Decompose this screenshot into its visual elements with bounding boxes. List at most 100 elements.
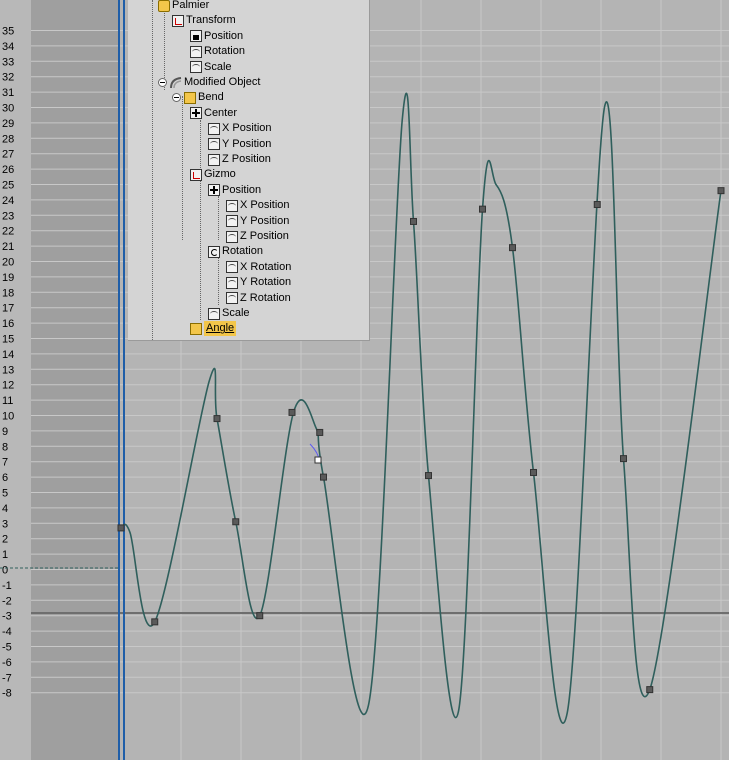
tree-item-label: Center [204, 106, 238, 119]
tree-item-scale[interactable]: Scale [190, 60, 232, 75]
y-tick-label: 34 [2, 41, 14, 53]
y-tick-label: 19 [2, 272, 14, 284]
tree-item-position[interactable]: Position [190, 29, 243, 44]
controller-hierarchy-tree[interactable]: Palmier Transform Position Rotation Scale Mod… [128, 0, 370, 341]
tree-item-transform[interactable]: Transform [172, 13, 236, 28]
y-tick-label: 18 [2, 287, 14, 299]
tree-item-rotation[interactable]: Rotation [208, 244, 263, 259]
tree-item-palmier[interactable]: Palmier [158, 0, 209, 13]
tree-item-label: Scale [222, 307, 250, 319]
y-tick-label: 20 [2, 257, 14, 269]
gizmo-icon [190, 168, 202, 181]
curve-icon [226, 261, 238, 274]
curve-icon [208, 138, 220, 151]
curve-icon [208, 122, 220, 135]
tree-item-label: X Rotation [240, 260, 292, 273]
tree-item-z-position[interactable]: Z Position [208, 152, 271, 167]
collapse-icon[interactable] [158, 78, 167, 87]
y-tick-label: 1 [2, 549, 8, 561]
y-tick-label: -7 [2, 672, 12, 684]
y-tick-label: 33 [2, 56, 14, 68]
move-icon [190, 107, 202, 120]
curve-key[interactable] [320, 473, 327, 481]
tree-item-z-rotation[interactable]: Z Rotation [226, 291, 291, 306]
tree-item-center[interactable]: Center [190, 106, 237, 121]
y-tick-label: 7 [2, 457, 8, 469]
y-tick-label: 32 [2, 72, 14, 84]
tree-item-scale[interactable]: Scale [208, 306, 250, 321]
tree-item-rotation[interactable]: Rotation [190, 44, 245, 59]
curve-icon [190, 61, 202, 74]
tree-item-x-position[interactable]: X Position [208, 121, 272, 136]
tree-item-gizmo[interactable]: Gizmo [190, 167, 236, 182]
y-tick-label: -6 [2, 657, 12, 669]
curve-key[interactable] [117, 524, 125, 532]
collapse-icon[interactable] [172, 93, 181, 103]
curve-key[interactable] [646, 686, 654, 694]
bend-icon [184, 91, 196, 104]
y-tick-label: 31 [2, 87, 14, 99]
transform-icon [172, 14, 184, 27]
curve-icon [208, 307, 220, 320]
y-tick-label: 9 [2, 426, 8, 438]
tree-item-label: Y Position [240, 214, 290, 227]
curve-key[interactable] [620, 455, 627, 463]
y-tick-label: 26 [2, 164, 14, 176]
tree-item-label: Z Position [222, 153, 271, 165]
curve-key[interactable] [256, 612, 264, 620]
y-tick-label: 0 [2, 565, 8, 577]
curve-key[interactable] [151, 618, 159, 626]
curve-key[interactable] [425, 472, 432, 480]
y-tick-label: -1 [2, 580, 12, 592]
tree-item-label: Palmier [172, 0, 210, 11]
tree-item-label: Z Position [240, 230, 289, 242]
y-tick-label: -3 [2, 611, 12, 623]
tree-item-label: Scale [204, 60, 232, 73]
tree-item-modified-object[interactable]: Modified Object [158, 75, 260, 90]
curve-key[interactable] [288, 408, 296, 416]
curve-key[interactable] [410, 217, 417, 225]
lock-icon [190, 30, 202, 43]
tree-item-y-position[interactable]: Y Position [208, 137, 271, 152]
y-tick-label: 5 [2, 488, 8, 500]
y-tick-label: 10 [2, 411, 14, 423]
tree-item-label: Position [204, 29, 244, 42]
y-tick-label: -4 [2, 626, 12, 638]
curve-icon [226, 292, 238, 305]
y-tick-label: 28 [2, 133, 14, 145]
curve-key[interactable] [213, 415, 221, 423]
y-tick-label: 21 [2, 241, 14, 253]
y-tick-label: 15 [2, 334, 14, 346]
curve-key[interactable] [479, 205, 486, 213]
angle-icon [190, 322, 202, 335]
tree-item-label: Rotation [204, 45, 245, 58]
curve-key[interactable] [530, 468, 537, 476]
y-tick-label: 4 [2, 503, 8, 515]
tree-item-y-rotation[interactable]: Y Rotation [226, 275, 291, 290]
y-tick-label: 8 [2, 441, 8, 453]
tree-item-z-position[interactable]: Z Position [226, 229, 289, 244]
y-tick-label: 14 [2, 349, 14, 361]
curve-key[interactable] [717, 187, 725, 195]
tree-item-x-position[interactable]: X Position [226, 198, 290, 213]
curve-icon [226, 199, 238, 212]
tree-item-label: X Position [222, 122, 272, 135]
tree-item-y-position[interactable]: Y Position [226, 214, 289, 229]
tree-item-position[interactable]: Position [208, 183, 261, 198]
tree-item-bend[interactable]: Bend [172, 90, 224, 105]
y-tick-label: 12 [2, 380, 14, 392]
y-tick-label: 35 [2, 26, 14, 38]
tree-item-x-rotation[interactable]: X Rotation [226, 260, 291, 275]
tree-item-angle[interactable]: Angle [190, 321, 237, 337]
modifier-icon [170, 76, 182, 89]
tree-item-label: X Position [240, 199, 290, 212]
curve-icon [190, 45, 202, 58]
curve-icon [208, 153, 220, 166]
curve-key[interactable] [316, 428, 324, 436]
curve-key[interactable] [509, 244, 516, 252]
tree-item-label: Y Position [222, 137, 272, 150]
y-tick-label: -8 [2, 688, 12, 700]
object-icon [158, 0, 170, 12]
curve-key[interactable] [232, 518, 240, 526]
curve-key[interactable] [593, 201, 601, 209]
